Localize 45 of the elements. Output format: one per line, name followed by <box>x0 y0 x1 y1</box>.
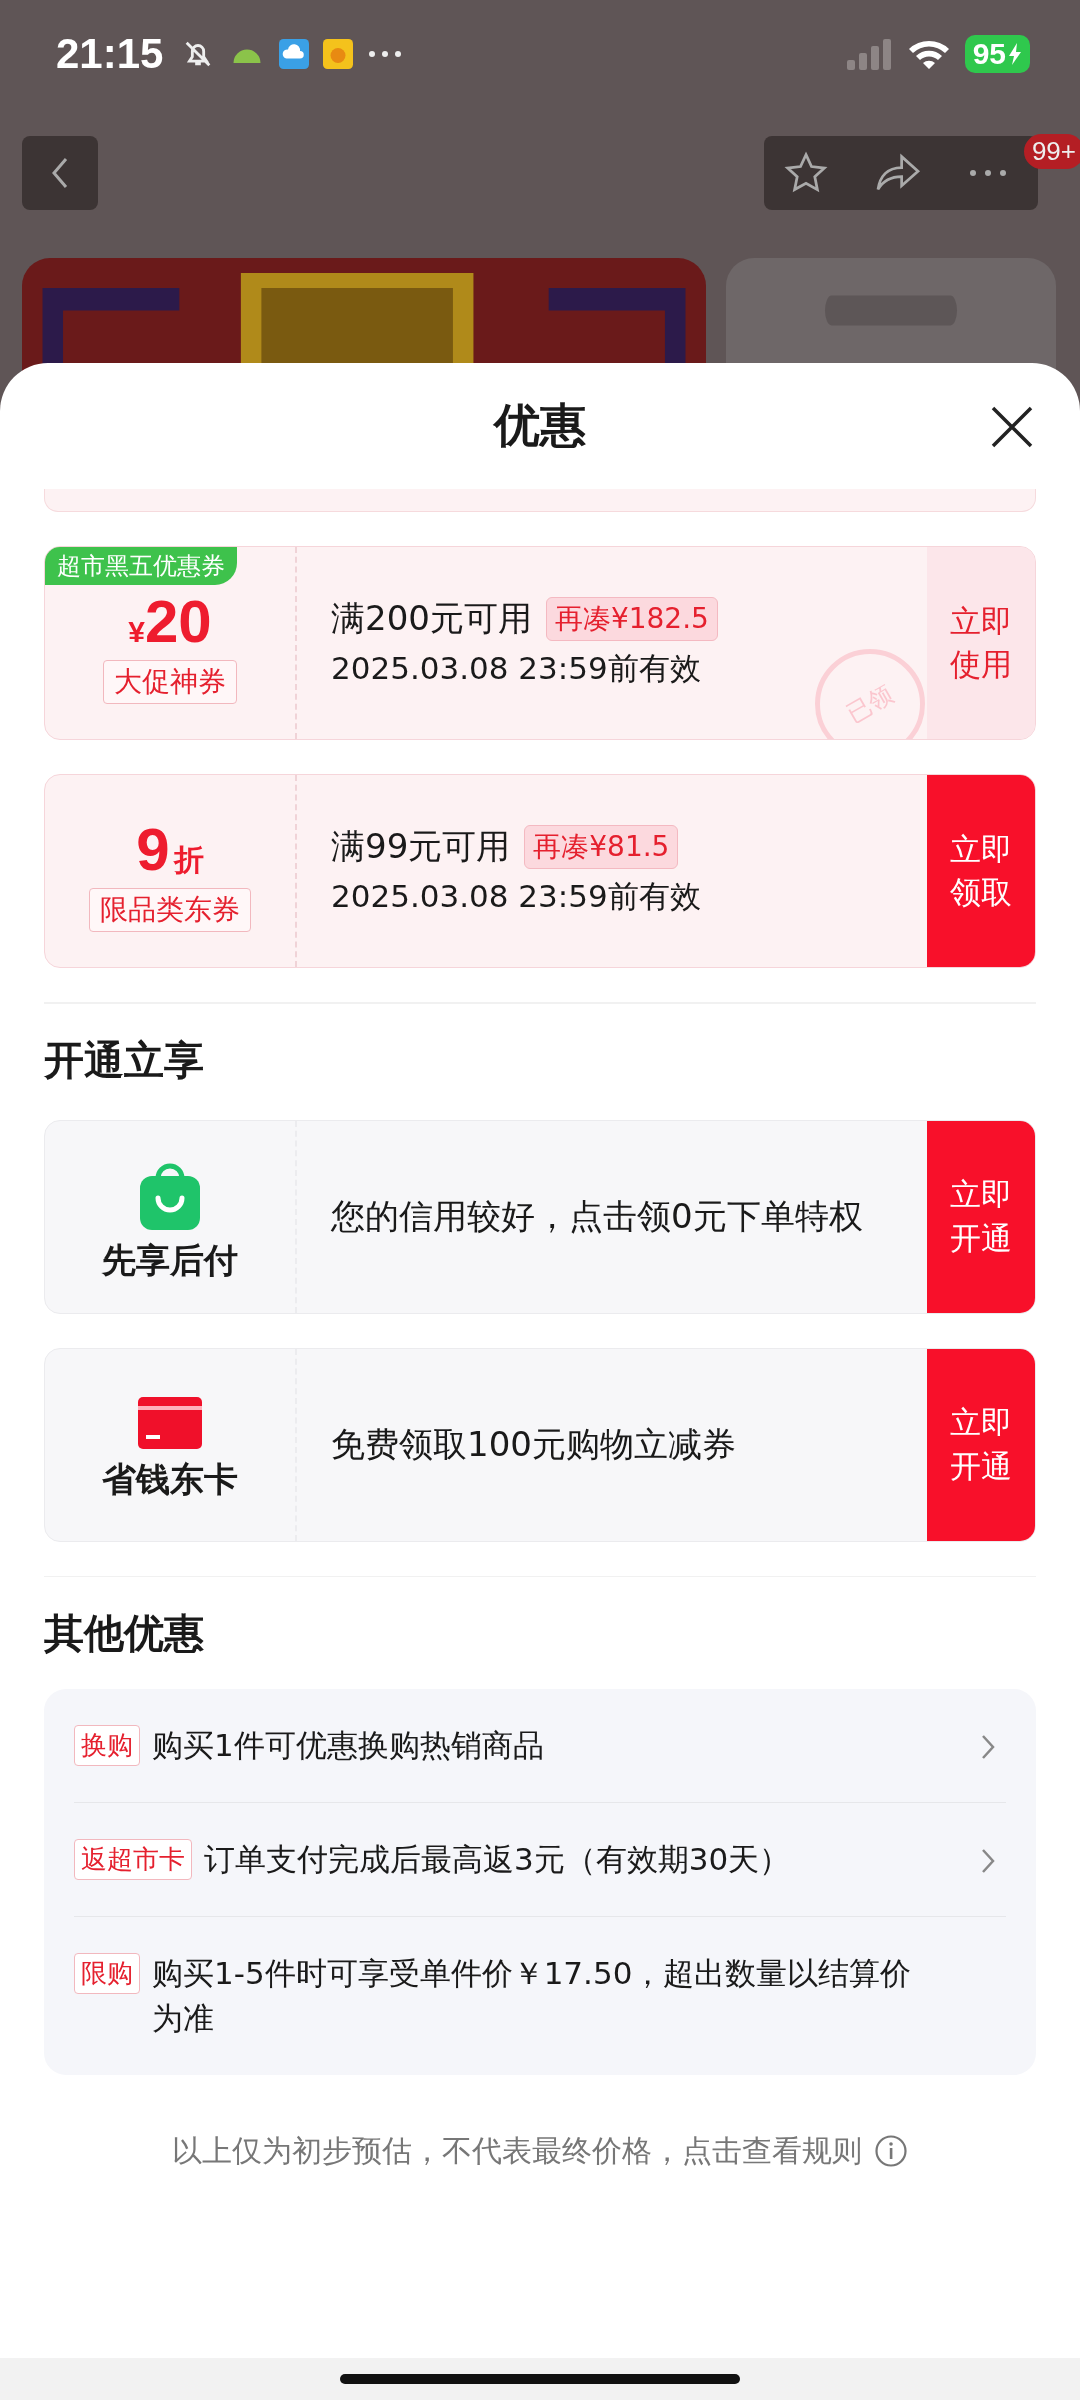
service-description: 免费领取100元购物立减券 <box>331 1422 737 1466</box>
offer-text: 购买1-5件时可享受单件价￥17.50，超出数量以结算价为准 <box>152 1953 913 2038</box>
card-icon <box>138 1396 202 1449</box>
activate-button[interactable]: 立即开通 <box>927 1348 1035 1541</box>
coupon-value: ¥20 <box>128 592 212 652</box>
share-icon[interactable] <box>874 153 922 193</box>
more-icon <box>367 49 404 59</box>
offer-text: 订单支付完成后最高返3元（有效期30天） <box>204 1839 791 1879</box>
gap-amount: 再凑¥81.5 <box>524 825 679 869</box>
offer-tag: 返超市卡 <box>74 1838 192 1880</box>
activate-button[interactable]: 立即开通 <box>927 1120 1035 1313</box>
cloud-app-icon <box>279 39 310 69</box>
section-title: 开通立享 <box>43 1035 205 1085</box>
coupon-condition: 满99元可用 <box>331 825 511 868</box>
coupon-button[interactable]: 立即使用 <box>927 547 1035 739</box>
offer-tag: 限购 <box>74 1952 140 1994</box>
section-title: 其他优惠 <box>43 1609 205 1658</box>
sheet-title: 优惠 <box>494 397 586 454</box>
footnote: 以上仅为初步预估，不代表最终价格，点击查看规则 <box>172 2131 862 2170</box>
gap-amount: 再凑¥182.5 <box>545 597 718 641</box>
coupon-validity: 2025.03.08 23:59前有效 <box>331 877 702 916</box>
service-name: 省钱东卡 <box>102 1457 238 1501</box>
coupon-condition: 满200元可用 <box>331 597 532 640</box>
coupon-ribbon: 超市黑五优惠券 <box>45 547 237 585</box>
star-icon[interactable] <box>784 151 828 195</box>
offer-tag: 换购 <box>74 1725 140 1766</box>
coupon-value: 9折 <box>136 820 204 880</box>
coupon-tag: 大促神券 <box>103 660 237 704</box>
close-button[interactable] <box>990 405 1034 449</box>
battery-level: 95 <box>964 35 1030 73</box>
signal-icon <box>844 38 893 70</box>
coupon-tag: 限品类东券 <box>89 888 251 932</box>
charging-icon <box>1008 43 1022 65</box>
notification-badge: 99+ <box>1023 134 1080 169</box>
status-time: 21:15 <box>56 30 164 78</box>
service-description: 您的信用较好，点击领0元下单特权 <box>331 1194 864 1238</box>
info-icon[interactable] <box>874 2134 908 2169</box>
coupon-button[interactable]: 立即领取 <box>927 775 1035 967</box>
back-button[interactable] <box>22 136 98 210</box>
service-name: 先享后付 <box>102 1238 238 1282</box>
chevron-right-icon[interactable] <box>980 1733 996 1761</box>
app-icon <box>323 39 354 69</box>
offer-text: 购买1件可优惠换购热销商品 <box>152 1726 544 1765</box>
more-icon[interactable] <box>968 168 1008 178</box>
coupon-validity: 2025.03.08 23:59前有效 <box>331 649 702 688</box>
